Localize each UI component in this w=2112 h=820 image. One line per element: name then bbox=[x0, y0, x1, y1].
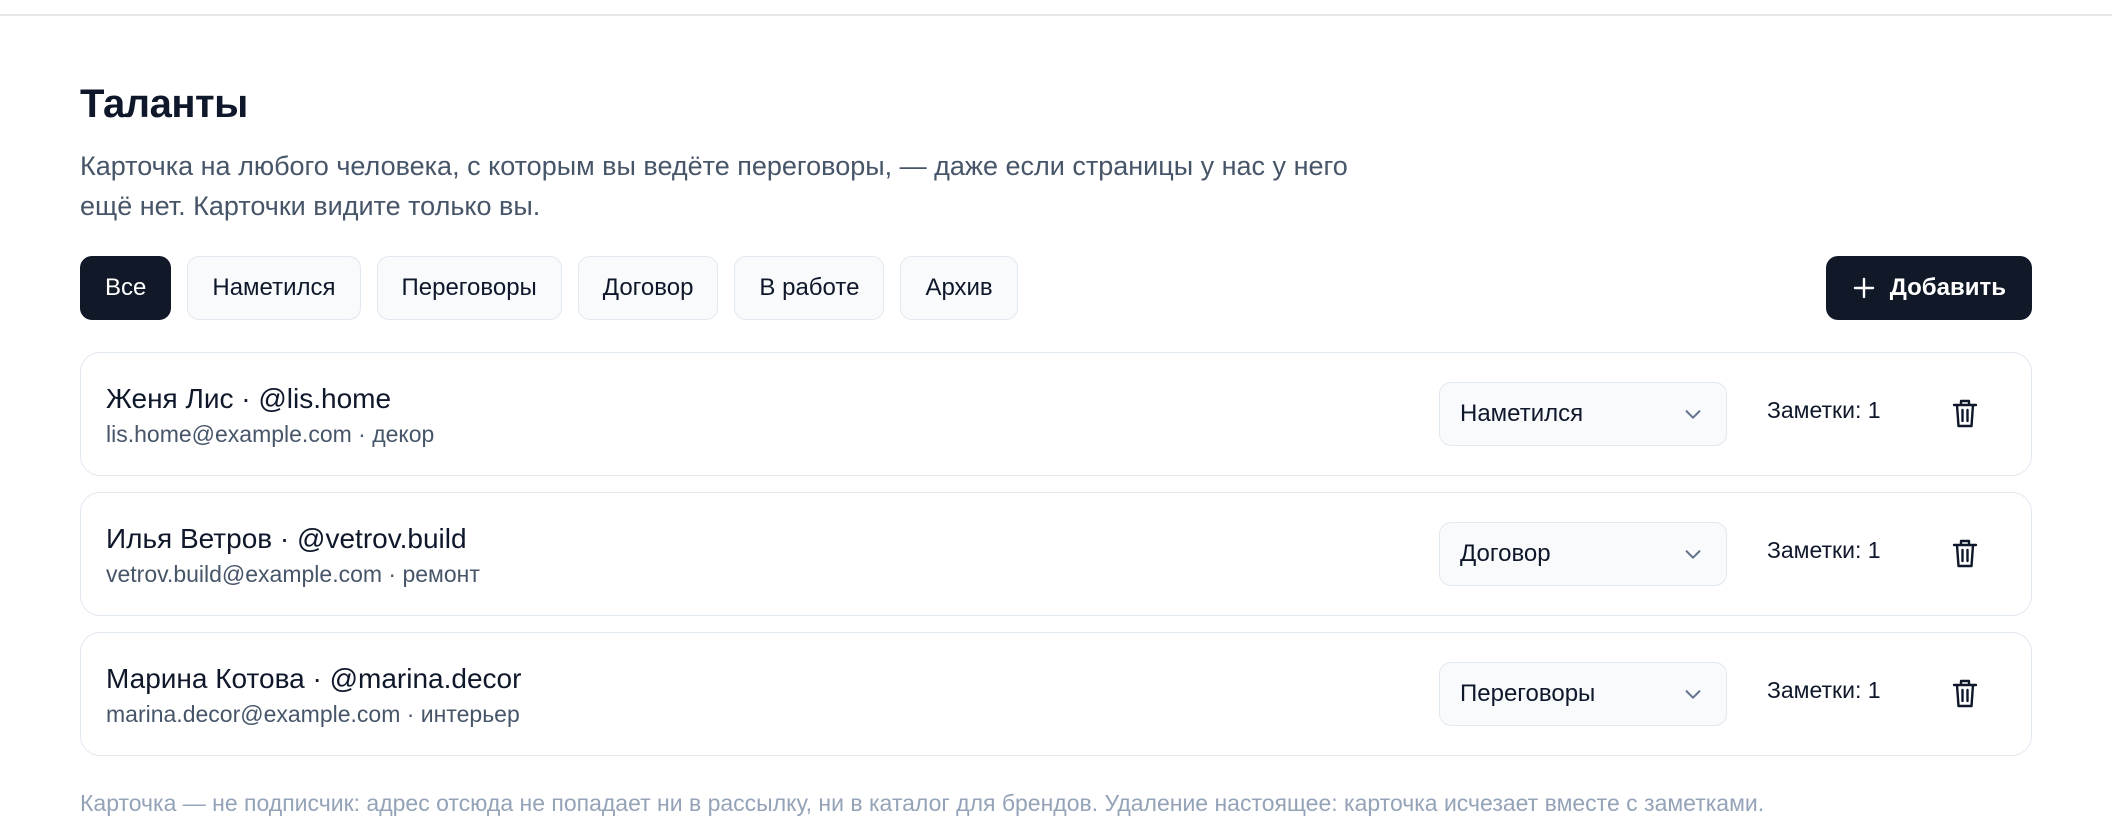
talent-status-select[interactable]: Договор bbox=[1439, 522, 1727, 586]
talent-card: Марина Котова · @marina.decor marina.dec… bbox=[80, 632, 2032, 756]
talent-meta: vetrov.build@example.com · ремонт bbox=[106, 561, 480, 587]
talent-name: Илья Ветров · @vetrov.build bbox=[106, 523, 467, 554]
footnote: Карточка — не подписчик: адрес отсюда не… bbox=[80, 790, 1765, 816]
add-talent-button[interactable]: Добавить bbox=[1825, 256, 2032, 320]
page-title: Таланты bbox=[80, 82, 248, 126]
talent-status-value: Договор bbox=[1460, 540, 1551, 567]
talent-list: Женя Лис · @lis.home lis.home@example.co… bbox=[80, 352, 2032, 756]
talent-status-select[interactable]: Наметился bbox=[1439, 382, 1727, 446]
page-subtitle: Карточка на любого человека, с которым в… bbox=[80, 151, 1348, 221]
filter-negotiations[interactable]: Переговоры bbox=[376, 256, 562, 320]
chevron-down-icon bbox=[1682, 403, 1704, 425]
filter-all[interactable]: Все bbox=[80, 256, 172, 320]
talent-notes-count: Заметки: 1 bbox=[1767, 677, 1881, 703]
filter-in-progress[interactable]: В работе bbox=[734, 256, 885, 320]
talent-notes-count: Заметки: 1 bbox=[1767, 537, 1881, 563]
plus-icon bbox=[1852, 276, 1876, 300]
talent-notes-count: Заметки: 1 bbox=[1767, 397, 1881, 423]
talent-status-value: Наметился bbox=[1460, 400, 1584, 427]
delete-talent-button[interactable] bbox=[1945, 393, 1985, 433]
talent-name: Женя Лис · @lis.home bbox=[106, 383, 392, 414]
talent-status-select[interactable]: Переговоры bbox=[1439, 662, 1727, 726]
chevron-down-icon bbox=[1682, 683, 1704, 705]
talent-status-value: Переговоры bbox=[1460, 680, 1596, 707]
filter-archive[interactable]: Архив bbox=[900, 256, 1018, 320]
delete-talent-button[interactable] bbox=[1945, 533, 1985, 573]
chevron-down-icon bbox=[1682, 543, 1704, 565]
filter-contract[interactable]: Договор bbox=[577, 256, 719, 320]
trash-icon bbox=[1952, 679, 1978, 708]
talent-card: Женя Лис · @lis.home lis.home@example.co… bbox=[80, 352, 2032, 476]
trash-icon bbox=[1952, 539, 1978, 568]
trash-icon bbox=[1952, 399, 1978, 428]
delete-talent-button[interactable] bbox=[1945, 673, 1985, 713]
status-filter-tabs: Все Наметился Переговоры Договор В работ… bbox=[80, 256, 1018, 320]
talent-name: Марина Котова · @marina.decor bbox=[106, 663, 522, 694]
filter-targeted[interactable]: Наметился bbox=[187, 256, 361, 320]
talent-meta: marina.decor@example.com · интерьер bbox=[106, 701, 520, 727]
top-divider bbox=[0, 14, 2112, 16]
add-talent-label: Добавить bbox=[1889, 274, 2006, 301]
talent-meta: lis.home@example.com · декор bbox=[106, 421, 435, 447]
talent-card: Илья Ветров · @vetrov.build vetrov.build… bbox=[80, 492, 2032, 616]
